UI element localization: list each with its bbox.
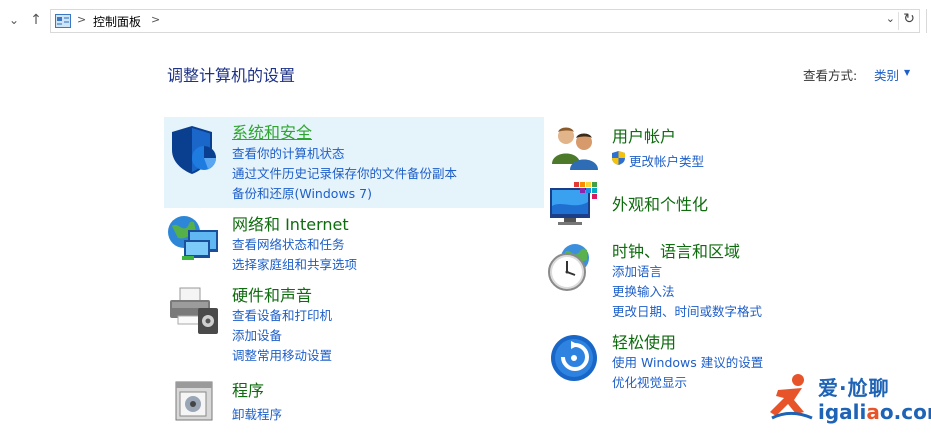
address-field[interactable]: > 控制面板 > ⌄ ↻ [50, 9, 920, 33]
link-mobility-settings[interactable]: 调整常用移动设置 [232, 345, 332, 364]
view-by-dropdown[interactable]: 类别 [874, 65, 899, 84]
link-add-device[interactable]: 添加设备 [232, 325, 282, 344]
category-network-internet[interactable]: 网络和 Internet [232, 211, 349, 235]
category-appearance-personalization[interactable]: 外观和个性化 [612, 191, 708, 215]
address-bar-row: ⌄ ↑ > 控制面板 > ⌄ ↻ [0, 0, 931, 40]
category-system-security[interactable]: 系统和安全 [232, 119, 312, 143]
watermark-text: 爱·尬聊 [818, 376, 890, 400]
breadcrumb-separator: > [77, 13, 87, 26]
refresh-icon[interactable]: ↻ [903, 11, 915, 27]
control-panel-icon [55, 14, 71, 28]
link-add-language[interactable]: 添加语言 [612, 261, 662, 280]
network-globe-icon[interactable] [166, 212, 222, 262]
watermark-url: igaliao.com [818, 400, 931, 424]
up-arrow-icon[interactable]: ↑ [28, 12, 44, 28]
link-backup-restore[interactable]: 备份和还原(Windows 7) [232, 183, 372, 202]
programs-icon[interactable] [174, 378, 216, 422]
address-divider [898, 12, 899, 30]
address-dropdown-icon[interactable]: ⌄ [886, 12, 895, 25]
appearance-personalization-icon[interactable] [548, 180, 602, 228]
uac-shield-icon [612, 151, 625, 165]
link-change-account-type[interactable]: 更改帐户类型 [629, 151, 704, 170]
breadcrumb-separator-trailing[interactable]: > [151, 13, 160, 26]
watermark-runner-logo [770, 374, 813, 420]
view-by-label: 查看方式: [803, 68, 858, 83]
link-recommended-settings[interactable]: 使用 Windows 建议的设置 [612, 352, 763, 371]
link-file-history-backup[interactable]: 通过文件历史记录保存你的文件备份副本 [232, 163, 457, 182]
link-uninstall-program[interactable]: 卸载程序 [232, 404, 282, 423]
shield-icon[interactable] [170, 124, 220, 176]
breadcrumb-control-panel[interactable]: 控制面板 [93, 13, 141, 30]
printer-icon[interactable] [168, 286, 220, 336]
link-view-computer-status[interactable]: 查看你的计算机状态 [232, 143, 345, 162]
link-change-input-method[interactable]: 更换输入法 [612, 281, 675, 300]
category-clock-language-region[interactable]: 时钟、语言和区域 [612, 238, 740, 262]
link-homegroup-sharing[interactable]: 选择家庭组和共享选项 [232, 254, 357, 273]
category-user-accounts[interactable]: 用户帐户 [612, 123, 676, 147]
page-title: 调整计算机的设置 [167, 66, 296, 85]
link-change-date-time-format[interactable]: 更改日期、时间或数字格式 [612, 301, 762, 320]
user-accounts-icon[interactable] [550, 124, 600, 170]
category-ease-of-access[interactable]: 轻松使用 [612, 329, 676, 353]
link-optimize-visual-display[interactable]: 优化视觉显示 [612, 372, 687, 391]
ease-of-access-icon[interactable] [549, 333, 599, 383]
category-programs[interactable]: 程序 [232, 377, 264, 401]
clock-globe-icon[interactable] [547, 242, 597, 294]
category-hardware-sound[interactable]: 硬件和声音 [232, 282, 312, 306]
recent-locations-chevron-icon[interactable]: ⌄ [6, 12, 22, 28]
search-box-edge[interactable] [926, 9, 931, 33]
view-by-arrow-icon[interactable]: ▼ [904, 68, 910, 77]
link-devices-printers[interactable]: 查看设备和打印机 [232, 305, 332, 324]
link-network-status[interactable]: 查看网络状态和任务 [232, 234, 345, 253]
